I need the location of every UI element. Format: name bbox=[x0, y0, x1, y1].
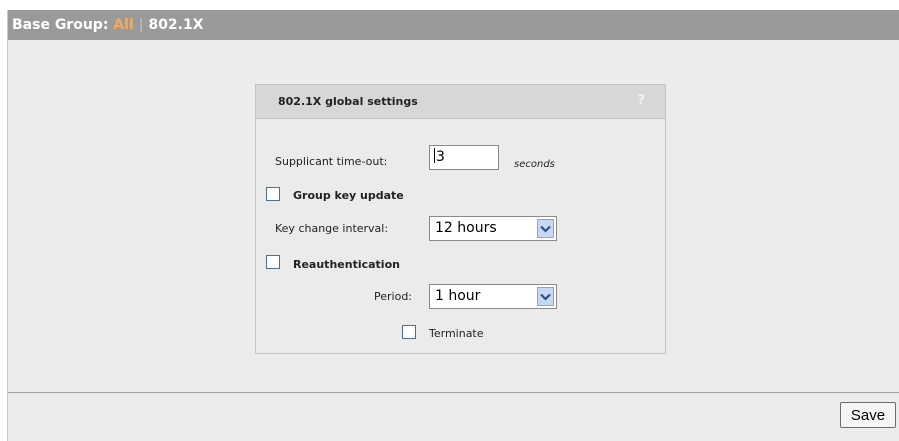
reauthentication-label: Reauthentication bbox=[293, 258, 400, 271]
terminate-checkbox[interactable] bbox=[402, 325, 416, 339]
period-value: 1 hour bbox=[435, 288, 481, 304]
group-key-update-label: Group key update bbox=[293, 189, 404, 202]
key-change-interval-label: Key change interval: bbox=[275, 222, 389, 235]
panel-header: 802.1X global settings ? bbox=[256, 85, 665, 119]
period-label: Period: bbox=[374, 290, 413, 303]
key-change-interval-value: 12 hours bbox=[435, 220, 497, 236]
supplicant-timeout-units: seconds bbox=[514, 159, 555, 170]
page-title-bar: Base Group: All | 802.1X bbox=[8, 10, 899, 40]
key-change-interval-select[interactable]: 12 hours bbox=[429, 216, 557, 241]
footer-divider bbox=[8, 392, 899, 393]
period-select[interactable]: 1 hour bbox=[429, 284, 557, 309]
reauthentication-checkbox[interactable] bbox=[266, 255, 280, 269]
supplicant-timeout-input[interactable]: 3 bbox=[429, 145, 499, 170]
chevron-down-icon bbox=[537, 287, 554, 306]
title-prefix: Base Group: bbox=[12, 17, 114, 33]
title-separator: | bbox=[138, 17, 144, 33]
content-frame: Base Group: All | 802.1X 802.1X global set… bbox=[7, 10, 899, 441]
supplicant-timeout-label: Supplicant time-out: bbox=[275, 155, 388, 168]
group-link[interactable]: All bbox=[113, 17, 133, 33]
terminate-label: Terminate bbox=[429, 327, 484, 340]
panel-title: 802.1X global settings bbox=[278, 95, 418, 108]
chevron-down-icon bbox=[537, 219, 554, 238]
section-title: 802.1X bbox=[148, 17, 204, 33]
settings-panel: 802.1X global settings ? Supplicant time… bbox=[255, 84, 666, 354]
help-icon[interactable]: ? bbox=[637, 93, 645, 108]
save-button[interactable]: Save bbox=[840, 402, 896, 428]
supplicant-timeout-value: 3 bbox=[436, 149, 445, 165]
text-cursor bbox=[434, 148, 435, 163]
group-key-update-checkbox[interactable] bbox=[266, 187, 280, 201]
